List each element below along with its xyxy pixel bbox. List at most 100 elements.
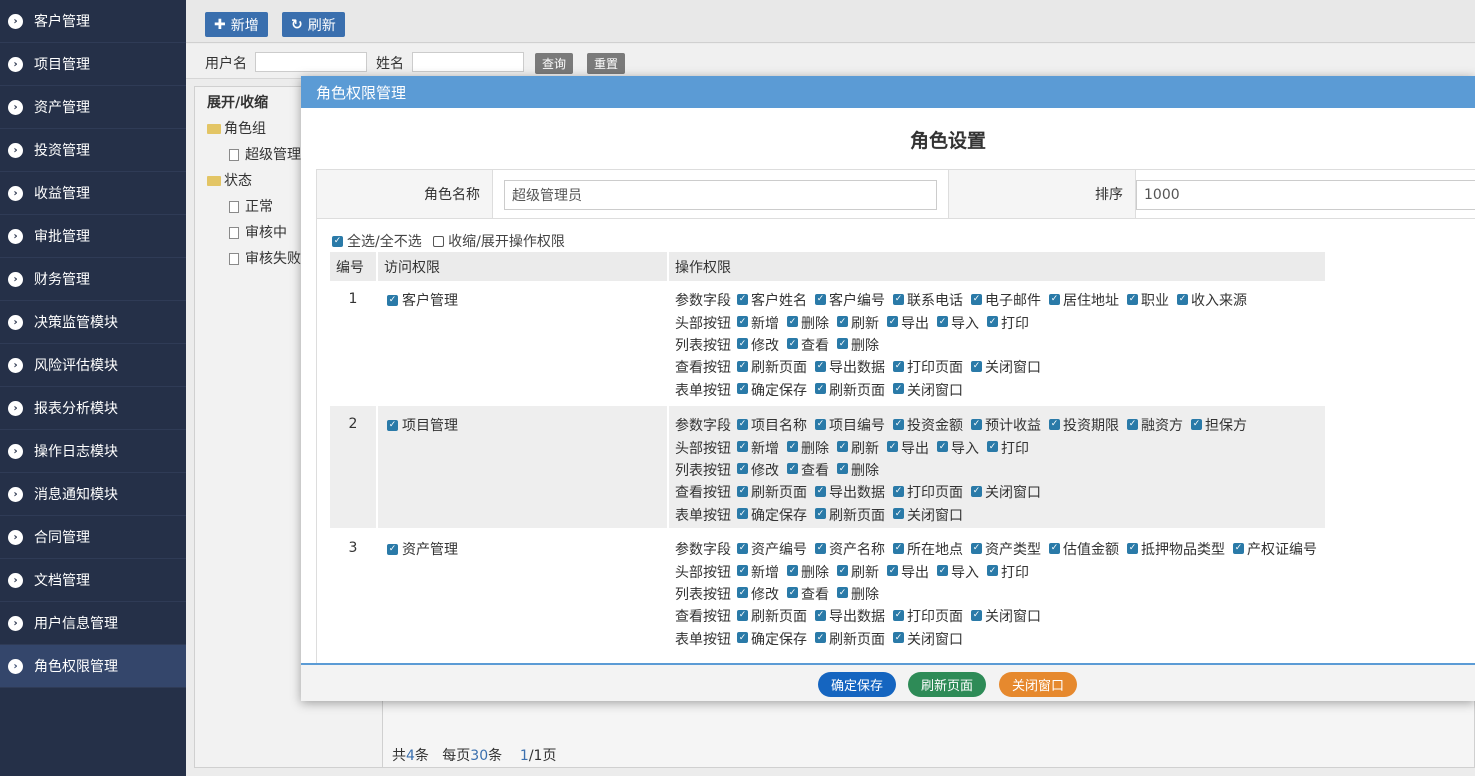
op-checkbox-item[interactable]: ✓ 删除 bbox=[837, 584, 879, 604]
op-checkbox-item[interactable]: ✓ 打印 bbox=[987, 562, 1029, 582]
sidebar-item[interactable]: › 合同管理 bbox=[0, 516, 186, 559]
reset-button[interactable]: 重置 bbox=[587, 53, 626, 74]
op-checkbox-item[interactable]: ✓ 删除 bbox=[787, 313, 829, 333]
sidebar-item[interactable]: › 收益管理 bbox=[0, 172, 186, 215]
op-checkbox-item[interactable]: ✓ 关闭窗口 bbox=[893, 380, 963, 400]
op-checkbox-item[interactable]: ✓ 删除 bbox=[787, 562, 829, 582]
sidebar-item[interactable]: › 审批管理 bbox=[0, 215, 186, 258]
op-checkbox-item[interactable]: ✓ 资产类型 bbox=[971, 539, 1041, 559]
op-checkbox-item[interactable]: ✓ 导入 bbox=[937, 438, 979, 458]
op-checkbox-item[interactable]: ✓ 资产编号 bbox=[737, 539, 807, 559]
sidebar-item[interactable]: › 财务管理 bbox=[0, 258, 186, 301]
op-checkbox-item[interactable]: ✓ 导出 bbox=[887, 438, 929, 458]
op-checkbox-item[interactable]: ✓ 打印页面 bbox=[893, 482, 963, 502]
op-checkbox-item[interactable]: ✓ 项目名称 bbox=[737, 415, 807, 435]
op-checkbox-item[interactable]: ✓ 预计收益 bbox=[971, 415, 1041, 435]
sidebar-item[interactable]: › 风险评估模块 bbox=[0, 344, 186, 387]
op-checkbox-item[interactable]: ✓ 关闭窗口 bbox=[971, 606, 1041, 626]
sidebar-item[interactable]: › 文档管理 bbox=[0, 559, 186, 602]
tree-node-status-normal[interactable]: 正常 bbox=[229, 196, 273, 216]
op-checkbox-item[interactable]: ✓ 新增 bbox=[737, 313, 779, 333]
close-window-button[interactable]: 关闭窗口 bbox=[999, 672, 1077, 697]
op-checkbox-item[interactable]: ✓ 导入 bbox=[937, 562, 979, 582]
op-checkbox-item[interactable]: ✓ 修改 bbox=[737, 584, 779, 604]
op-checkbox-item[interactable]: ✓ 导出 bbox=[887, 562, 929, 582]
op-checkbox-item[interactable]: ✓ 投资金额 bbox=[893, 415, 963, 435]
sidebar-item[interactable]: › 报表分析模块 bbox=[0, 387, 186, 430]
sidebar-item[interactable]: › 客户管理 bbox=[0, 0, 186, 43]
op-checkbox-item[interactable]: ✓ 关闭窗口 bbox=[893, 629, 963, 649]
op-checkbox-item[interactable]: ✓ 客户编号 bbox=[815, 290, 885, 310]
op-checkbox-item[interactable]: ✓ 估值金额 bbox=[1049, 539, 1119, 559]
op-checkbox-item[interactable]: ✓ 查看 bbox=[787, 335, 829, 355]
op-checkbox-item[interactable]: ✓ 融资方 bbox=[1127, 415, 1183, 435]
op-checkbox-item[interactable]: ✓ 导出数据 bbox=[815, 606, 885, 626]
op-checkbox-item[interactable]: ✓ 刷新页面 bbox=[815, 505, 885, 525]
op-checkbox-item[interactable]: ✓ 关闭窗口 bbox=[971, 482, 1041, 502]
access-checkbox[interactable]: ✓ bbox=[387, 294, 398, 306]
role-name-input[interactable]: 超级管理员 bbox=[504, 180, 937, 210]
op-checkbox-item[interactable]: ✓ 新增 bbox=[737, 562, 779, 582]
op-checkbox-item[interactable]: ✓ 刷新页面 bbox=[737, 357, 807, 377]
op-checkbox-item[interactable]: ✓ 刷新页面 bbox=[737, 606, 807, 626]
op-checkbox-item[interactable]: ✓ 刷新页面 bbox=[815, 380, 885, 400]
sidebar-item[interactable]: › 用户信息管理 bbox=[0, 602, 186, 645]
op-checkbox-item[interactable]: ✓ 电子邮件 bbox=[971, 290, 1041, 310]
username-input[interactable] bbox=[255, 52, 367, 72]
access-checkbox[interactable]: ✓ bbox=[387, 543, 398, 555]
access-checkbox[interactable]: ✓ bbox=[387, 419, 398, 431]
op-checkbox-item[interactable]: ✓ 关闭窗口 bbox=[893, 505, 963, 525]
op-checkbox-item[interactable]: ✓ 新增 bbox=[737, 438, 779, 458]
op-checkbox-item[interactable]: ✓ 导出 bbox=[887, 313, 929, 333]
toggle-ops-checkbox[interactable] bbox=[433, 235, 445, 247]
tree-node-super-admin[interactable]: 超级管理 bbox=[229, 144, 301, 164]
op-checkbox-item[interactable]: ✓ 刷新页面 bbox=[737, 482, 807, 502]
op-checkbox-item[interactable]: ✓ 联系电话 bbox=[893, 290, 963, 310]
select-all-checkbox[interactable]: ✓ bbox=[332, 235, 343, 247]
op-checkbox-item[interactable]: ✓ 投资期限 bbox=[1049, 415, 1119, 435]
op-checkbox-item[interactable]: ✓ 刷新 bbox=[837, 562, 879, 582]
op-checkbox-item[interactable]: ✓ 打印页面 bbox=[893, 606, 963, 626]
add-button[interactable]: ✚ 新增 bbox=[205, 12, 268, 37]
save-button[interactable]: 确定保存 bbox=[818, 672, 896, 697]
tree-node-status-reviewing[interactable]: 审核中 bbox=[229, 222, 287, 242]
modal-header[interactable]: 角色权限管理 bbox=[301, 76, 1475, 108]
op-checkbox-item[interactable]: ✓ 打印页面 bbox=[893, 357, 963, 377]
sidebar-item[interactable]: › 决策监管模块 bbox=[0, 301, 186, 344]
op-checkbox-item[interactable]: ✓ 职业 bbox=[1127, 290, 1169, 310]
op-checkbox-item[interactable]: ✓ 修改 bbox=[737, 460, 779, 480]
op-checkbox-item[interactable]: ✓ 确定保存 bbox=[737, 505, 807, 525]
op-checkbox-item[interactable]: ✓ 确定保存 bbox=[737, 629, 807, 649]
op-checkbox-item[interactable]: ✓ 修改 bbox=[737, 335, 779, 355]
op-checkbox-item[interactable]: ✓ 收入来源 bbox=[1177, 290, 1247, 310]
sort-input[interactable]: 1000 bbox=[1136, 180, 1475, 210]
op-checkbox-item[interactable]: ✓ 抵押物品类型 bbox=[1127, 539, 1225, 559]
op-checkbox-item[interactable]: ✓ 导出数据 bbox=[815, 482, 885, 502]
op-checkbox-item[interactable]: ✓ 确定保存 bbox=[737, 380, 807, 400]
sidebar-item[interactable]: › 角色权限管理 bbox=[0, 645, 186, 688]
pager-current[interactable]: 1 bbox=[520, 748, 529, 764]
sidebar-item[interactable]: › 项目管理 bbox=[0, 43, 186, 86]
op-checkbox-item[interactable]: ✓ 删除 bbox=[837, 335, 879, 355]
op-checkbox-item[interactable]: ✓ 打印 bbox=[987, 313, 1029, 333]
sidebar-item[interactable]: › 投资管理 bbox=[0, 129, 186, 172]
sidebar-item[interactable]: › 操作日志模块 bbox=[0, 430, 186, 473]
op-checkbox-item[interactable]: ✓ 查看 bbox=[787, 584, 829, 604]
tree-node-status[interactable]: 状态 bbox=[207, 170, 252, 190]
op-checkbox-item[interactable]: ✓ 查看 bbox=[787, 460, 829, 480]
tree-node-role-group[interactable]: 角色组 bbox=[207, 118, 266, 138]
query-button[interactable]: 查询 bbox=[535, 53, 574, 74]
refresh-button[interactable]: ↻ 刷新 bbox=[282, 12, 345, 37]
op-checkbox-item[interactable]: ✓ 刷新页面 bbox=[815, 629, 885, 649]
op-checkbox-item[interactable]: ✓ 删除 bbox=[787, 438, 829, 458]
op-checkbox-item[interactable]: ✓ 删除 bbox=[837, 460, 879, 480]
op-checkbox-item[interactable]: ✓ 客户姓名 bbox=[737, 290, 807, 310]
name-input[interactable] bbox=[412, 52, 524, 72]
pager-per-page[interactable]: 30 bbox=[470, 748, 488, 764]
tree-node-status-failed[interactable]: 审核失败 bbox=[229, 248, 301, 268]
tree-root[interactable]: 展开/收缩 bbox=[207, 92, 268, 112]
op-checkbox-item[interactable]: ✓ 刷新 bbox=[837, 438, 879, 458]
refresh-page-button[interactable]: 刷新页面 bbox=[908, 672, 986, 697]
op-checkbox-item[interactable]: ✓ 导出数据 bbox=[815, 357, 885, 377]
op-checkbox-item[interactable]: ✓ 担保方 bbox=[1191, 415, 1247, 435]
